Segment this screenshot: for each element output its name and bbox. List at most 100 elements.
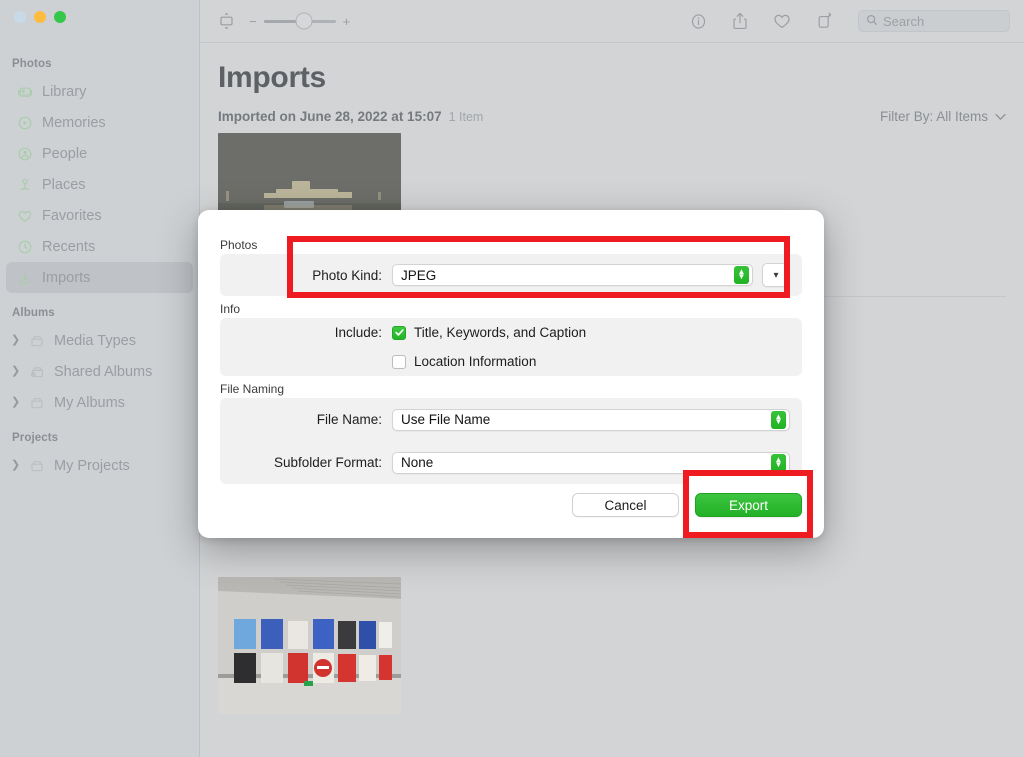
sidebar-item-label: Media Types: [48, 333, 136, 349]
location-information-label: Location Information: [414, 354, 536, 369]
info-circle-icon[interactable]: [690, 13, 707, 30]
cancel-button[interactable]: Cancel: [572, 493, 679, 517]
sidebar-item-label: Imports: [36, 270, 90, 286]
sidebar-item-label: Recents: [36, 239, 95, 255]
shared-folder-icon: [26, 364, 48, 380]
include-title-keywords-caption-checkbox-row[interactable]: Title, Keywords, and Caption: [392, 325, 586, 340]
heart-icon[interactable]: [773, 13, 791, 30]
include-title-row: Include: Title, Keywords, and Caption: [220, 318, 802, 347]
dialog-section-label-info: Info: [220, 302, 240, 316]
chevron-right-icon[interactable]: ❯: [10, 397, 26, 408]
minimize-window-button[interactable]: [34, 11, 46, 23]
search-input[interactable]: Search: [858, 10, 1010, 32]
toolbar-left-group: − +: [218, 11, 350, 31]
sidebar-item-imports[interactable]: Imports: [6, 262, 193, 293]
sidebar-section-albums-header: Albums: [0, 293, 199, 325]
sidebar-scroll-area: Photos Library: [0, 52, 199, 757]
subfolder-format-select[interactable]: None ▲▼: [392, 452, 790, 474]
sidebar-item-label: My Projects: [48, 458, 130, 474]
folder-icon: [26, 458, 48, 474]
chevron-right-icon[interactable]: ❯: [10, 335, 26, 346]
file-name-select[interactable]: Use File Name ▲▼: [392, 409, 790, 431]
page-title: Imports: [218, 43, 1006, 95]
photo-kind-select[interactable]: JPEG ▲▼: [392, 264, 753, 286]
sidebar-item-my-albums[interactable]: ❯ My Albums: [6, 387, 193, 418]
file-name-value: Use File Name: [401, 412, 490, 427]
subfolder-format-label: Subfolder Format:: [220, 455, 392, 470]
chevron-down-icon: [995, 109, 1006, 124]
location-information-checkbox-row[interactable]: Location Information: [392, 354, 536, 369]
search-placeholder: Search: [883, 14, 924, 29]
memories-icon: [14, 115, 36, 131]
folder-icon: [26, 333, 48, 349]
import-group-count: 1 Item: [449, 110, 484, 124]
export-button-highlighted[interactable]: Export: [695, 493, 802, 517]
sidebar-item-label: Favorites: [36, 208, 102, 224]
zoom-in-label[interactable]: +: [343, 14, 351, 29]
import-group-date: Imported on June 28, 2022 at 15:07: [218, 109, 442, 124]
sidebar-item-places[interactable]: Places: [6, 169, 193, 200]
photo-thumbnail-gallery-posters[interactable]: [218, 577, 401, 714]
dialog-section-label-file-naming: File Naming: [220, 382, 284, 396]
import-icon: [14, 270, 36, 286]
places-pin-icon: [14, 177, 36, 193]
sidebar-item-media-types[interactable]: ❯ Media Types: [6, 325, 193, 356]
share-icon[interactable]: [732, 12, 748, 30]
photo-kind-label: Photo Kind:: [220, 268, 392, 283]
zoom-out-label[interactable]: −: [249, 14, 257, 29]
heart-icon: [14, 208, 36, 224]
subfolder-format-value: None: [401, 455, 433, 470]
toolbar-right-group: Search: [690, 10, 1012, 32]
sidebar-item-memories[interactable]: Memories: [6, 107, 193, 138]
chevron-right-icon[interactable]: ❯: [10, 366, 26, 377]
folder-icon: [26, 395, 48, 411]
sidebar-item-people[interactable]: People: [6, 138, 193, 169]
file-name-label: File Name:: [220, 412, 392, 427]
checkbox-unchecked-icon[interactable]: [392, 355, 406, 369]
include-location-row: Location Information: [220, 347, 802, 376]
sidebar-item-recents[interactable]: Recents: [6, 231, 193, 262]
chevron-right-icon[interactable]: ❯: [10, 460, 26, 471]
include-label: Include:: [220, 325, 392, 340]
sidebar-item-favorites[interactable]: Favorites: [6, 200, 193, 231]
photos-app-window: Photos Library: [0, 0, 1024, 757]
library-icon: [14, 84, 36, 100]
sidebar-item-label: My Albums: [48, 395, 125, 411]
include-title-keywords-caption-label: Title, Keywords, and Caption: [414, 325, 586, 340]
sidebar-section-photos-header: Photos: [0, 52, 199, 76]
people-icon: [14, 146, 36, 162]
sidebar-item-label: Memories: [36, 115, 106, 131]
zoom-slider[interactable]: − +: [249, 14, 350, 29]
zoom-slider-track[interactable]: [264, 20, 336, 23]
subfolder-format-row: Subfolder Format: None ▲▼: [220, 441, 802, 484]
close-window-button[interactable]: [14, 11, 26, 23]
photos-settings-group: Photo Kind: JPEG ▲▼ ▾: [220, 254, 802, 296]
sidebar-item-my-projects[interactable]: ❯ My Projects: [6, 450, 193, 481]
imports-content-group-2: Imported on June 28, 2022 at 15:05 1 Ite…: [200, 520, 1024, 714]
zoom-slider-knob[interactable]: [295, 13, 312, 30]
dialog-section-label-photos: Photos: [220, 238, 257, 252]
checkbox-checked-icon[interactable]: [392, 326, 406, 340]
window-traffic-lights: [14, 11, 66, 23]
sidebar-item-shared-albums[interactable]: ❯ Shared Albums: [6, 356, 193, 387]
file-naming-settings-group: File Name: Use File Name ▲▼ Subfolder Fo…: [220, 398, 802, 484]
filter-by-dropdown[interactable]: Filter By: All Items: [880, 109, 1006, 124]
export-button-highlight-inner: Export: [695, 493, 802, 517]
stepper-up-down-icon[interactable]: ▲▼: [771, 454, 786, 472]
stepper-up-down-icon[interactable]: ▲▼: [771, 411, 786, 429]
rotate-icon[interactable]: [816, 12, 833, 30]
aspect-ratio-icon[interactable]: [218, 11, 235, 31]
photo-kind-row: Photo Kind: JPEG ▲▼ ▾: [220, 254, 802, 296]
sidebar-item-label: Library: [36, 84, 86, 100]
export-photos-dialog: Photos Photo Kind: JPEG ▲▼ ▾ Info Includ…: [198, 210, 824, 538]
photo-kind-options-chevron-down-icon[interactable]: ▾: [762, 263, 790, 287]
sidebar-item-label: Places: [36, 177, 86, 193]
maximize-window-button[interactable]: [54, 11, 66, 23]
file-name-row: File Name: Use File Name ▲▼: [220, 398, 802, 441]
import-group-thumbnails-2: [218, 577, 1006, 714]
sidebar-item-library[interactable]: Library: [6, 76, 193, 107]
photo-kind-value: JPEG: [401, 268, 436, 283]
sidebar-section-projects-header: Projects: [0, 418, 199, 450]
import-group-header-1: Imported on June 28, 2022 at 15:07 1 Ite…: [218, 109, 1006, 124]
stepper-up-down-icon[interactable]: ▲▼: [734, 266, 749, 284]
